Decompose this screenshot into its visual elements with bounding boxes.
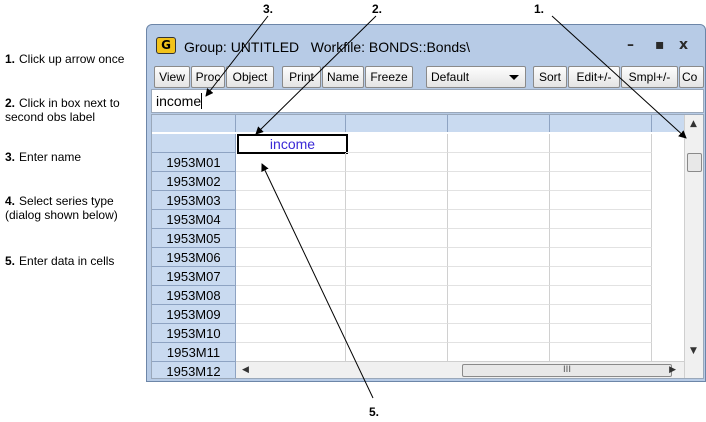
arrow-3 (205, 15, 269, 97)
annotation-arrows (205, 15, 687, 399)
arrow-1 (551, 15, 687, 139)
arrow-5 (261, 163, 374, 399)
arrow-2 (255, 15, 377, 135)
